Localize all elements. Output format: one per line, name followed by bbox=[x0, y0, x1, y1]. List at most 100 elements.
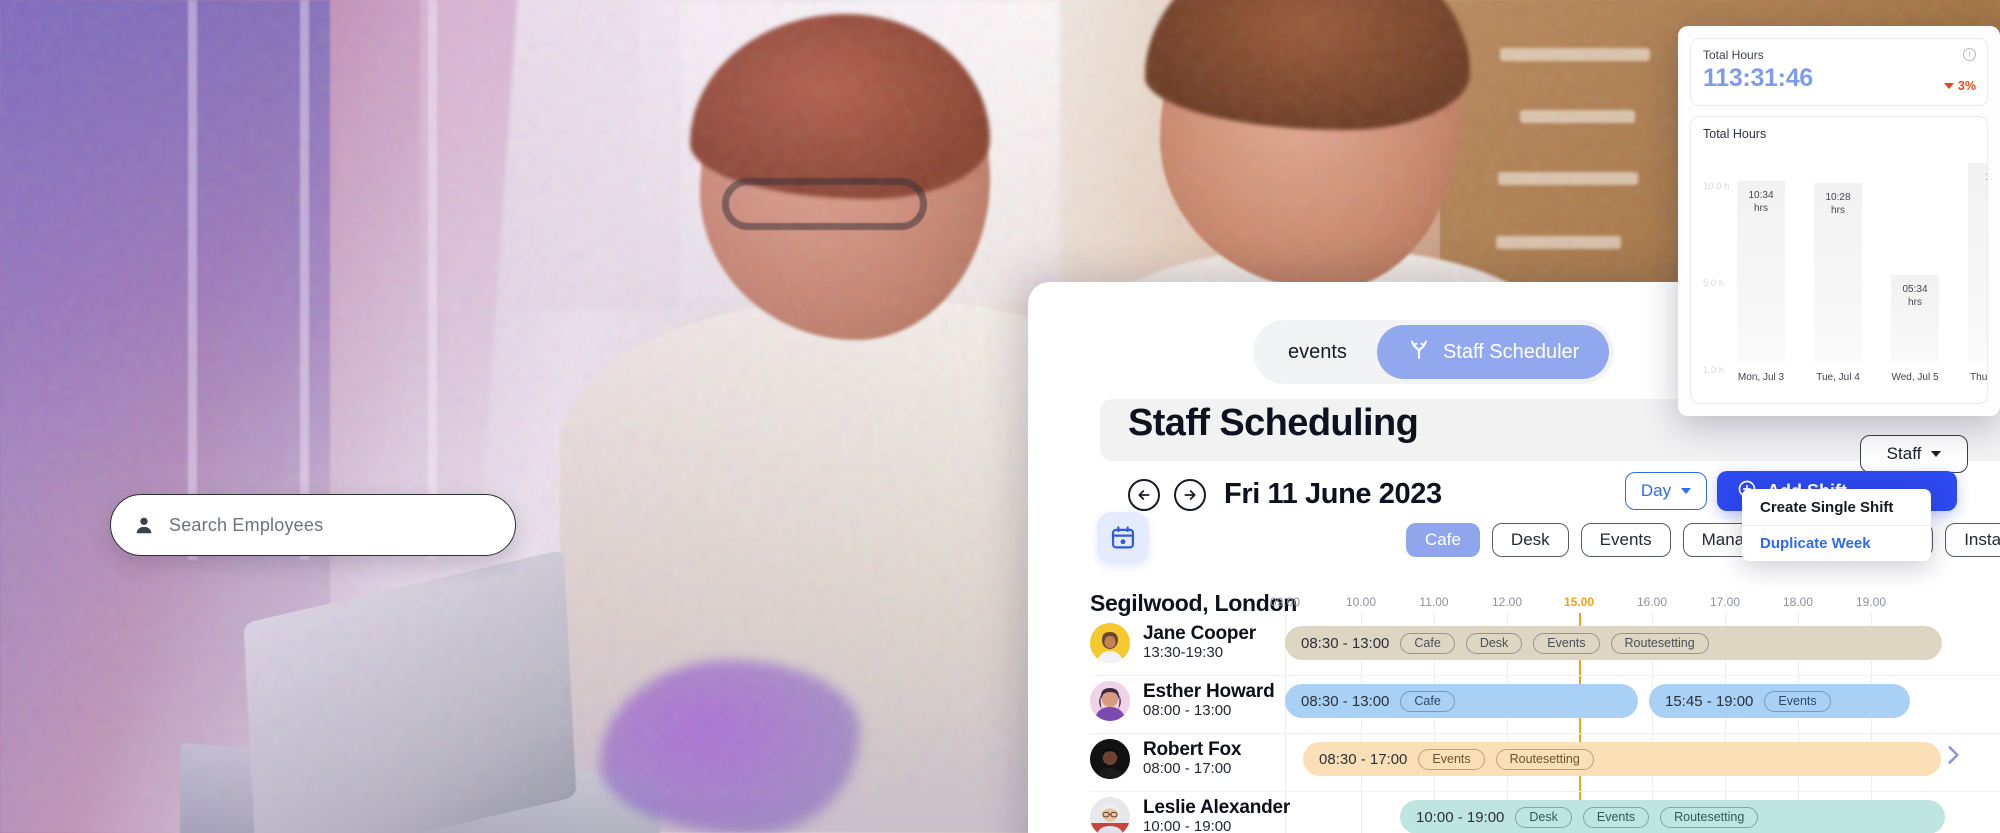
menu-item-label: Duplicate Week bbox=[1760, 535, 1871, 552]
bar-value-label: 10:34 hrs bbox=[1748, 190, 1774, 214]
tab-events[interactable]: events bbox=[1258, 325, 1377, 379]
employee-info[interactable]: Robert Fox 08:00 - 17:00 bbox=[1090, 739, 1241, 779]
chevron-down-icon bbox=[1931, 451, 1942, 457]
calendar-icon[interactable] bbox=[1097, 512, 1149, 564]
date-navigation: Fri 11 June 2023 bbox=[1128, 478, 1442, 511]
shift-time: 08:30 - 17:00 bbox=[1319, 750, 1408, 768]
shift-block[interactable]: 08:30 - 13:00 Cafe Desk Events Routesett… bbox=[1285, 626, 1942, 660]
screen-root: Search Employees events Staff Scheduler … bbox=[0, 0, 2000, 833]
time-label: 12.00 bbox=[1491, 595, 1523, 609]
shift-tag: Events bbox=[1764, 690, 1831, 712]
arrow-left-circle-icon[interactable] bbox=[1128, 478, 1160, 511]
shift-block[interactable]: 15:45 - 19:00 Events bbox=[1649, 684, 1910, 718]
employee-name: Leslie Alexander bbox=[1143, 796, 1291, 818]
employee-name: Robert Fox bbox=[1143, 738, 1242, 760]
shift-block[interactable]: 10:00 - 19:00 Desk Events Routesetting bbox=[1400, 800, 1945, 833]
filter-pill-label: Install bbox=[1964, 530, 2000, 549]
employee-info[interactable]: Jane Cooper 13:30-19:30 bbox=[1090, 623, 1256, 663]
x-axis-tick: Thu, Jul 6 bbox=[1970, 372, 1988, 383]
chart-title: Total Hours bbox=[1703, 127, 1767, 141]
chevron-right-icon[interactable] bbox=[1940, 740, 1966, 775]
tab-staff-scheduler-label: Staff Scheduler bbox=[1442, 340, 1580, 363]
kpi-value: 113:31:46 bbox=[1703, 64, 1813, 92]
avatar bbox=[1090, 797, 1130, 833]
shift-tag: Events bbox=[1533, 632, 1600, 654]
kpi-delta: 3% bbox=[1943, 79, 1976, 93]
tab-events-label: events bbox=[1288, 340, 1347, 363]
shift-time: 10:00 - 19:00 bbox=[1416, 808, 1505, 826]
shift-tag: Routesetting bbox=[1660, 806, 1759, 828]
menu-item-create-single-shift[interactable]: Create Single Shift bbox=[1742, 489, 1931, 525]
time-label: 09.00 bbox=[1269, 595, 1301, 609]
triangle-down-icon bbox=[1943, 83, 1954, 89]
kpi-delta-value: 3% bbox=[1957, 79, 1976, 93]
table-row[interactable]: Leslie Alexander 10:00 - 19:00 10:00 - 1… bbox=[1090, 792, 2000, 833]
shift-tag: Desk bbox=[1465, 632, 1523, 654]
bar[interactable]: 11:h bbox=[1968, 163, 1987, 363]
time-label: 17.00 bbox=[1709, 595, 1741, 609]
time-label: 18.00 bbox=[1782, 595, 1814, 609]
menu-item-duplicate-week[interactable]: Duplicate Week bbox=[1742, 525, 1931, 561]
shift-block[interactable]: 08:30 - 13:00 Cafe bbox=[1285, 684, 1638, 718]
chart-plot-area: 10.0 h 5.0 h 1.0 h 10:34 hrs 10:28 hrs 05:… bbox=[1691, 151, 1987, 403]
employee-hours: 08:00 - 17:00 bbox=[1143, 760, 1232, 778]
filter-pill-events[interactable]: Events bbox=[1580, 523, 1671, 557]
shift-tag: Routesetting bbox=[1610, 632, 1709, 654]
bar[interactable]: 10:34 hrs bbox=[1737, 181, 1785, 363]
info-icon[interactable]: i bbox=[1963, 48, 1976, 61]
section-tabs: events Staff Scheduler bbox=[1253, 320, 1615, 384]
view-select[interactable]: Day bbox=[1625, 472, 1707, 510]
view-select-value: Day bbox=[1640, 481, 1672, 500]
time-label: 10.00 bbox=[1345, 595, 1377, 609]
shift-tag: Routesetting bbox=[1495, 748, 1594, 770]
table-row[interactable]: Esther Howard 08:00 - 13:00 08:30 - 13:0… bbox=[1090, 676, 2000, 734]
shift-time: 08:30 - 13:00 bbox=[1301, 634, 1390, 652]
bar[interactable]: 10:28 hrs bbox=[1814, 183, 1862, 363]
shift-time: 15:45 - 19:00 bbox=[1665, 692, 1754, 710]
employee-hours: 08:00 - 13:00 bbox=[1143, 702, 1232, 720]
table-row[interactable]: Robert Fox 08:00 - 17:00 08:30 - 17:00 E… bbox=[1090, 734, 2000, 792]
employee-info[interactable]: Esther Howard 08:00 - 13:00 bbox=[1090, 681, 1275, 721]
arrow-right-circle-icon[interactable] bbox=[1174, 478, 1206, 511]
location-name: Segilwood, London bbox=[1090, 590, 1297, 616]
time-label-current: 15.00 bbox=[1563, 595, 1595, 609]
shift-tag: Cafe bbox=[1400, 690, 1455, 712]
staff-select-value: Staff bbox=[1886, 444, 1922, 463]
bar[interactable]: 05:34 hrs bbox=[1891, 275, 1939, 363]
shift-tag: Events bbox=[1418, 748, 1485, 770]
employee-hours: 13:30-19:30 bbox=[1143, 644, 1224, 662]
avatar bbox=[1090, 681, 1130, 721]
tab-staff-scheduler[interactable]: Staff Scheduler bbox=[1376, 325, 1610, 379]
avatar bbox=[1090, 739, 1130, 779]
shift-block[interactable]: 08:30 - 17:00 Events Routesetting bbox=[1303, 742, 1941, 776]
kpi-label: Total Hours bbox=[1703, 48, 1764, 62]
filter-pill-cafe[interactable]: Cafe bbox=[1406, 523, 1480, 557]
employee-info[interactable]: Leslie Alexander 10:00 - 19:00 bbox=[1090, 797, 1290, 833]
filter-pill-label: Events bbox=[1599, 530, 1652, 549]
current-date: Fri 11 June 2023 bbox=[1224, 478, 1442, 510]
total-hours-kpi-card: Total Hours i 113:31:46 3% bbox=[1690, 38, 1988, 106]
filter-pill-install[interactable]: Install bbox=[1945, 523, 2000, 557]
table-row[interactable]: Jane Cooper 13:30-19:30 08:30 - 13:00 Ca… bbox=[1090, 618, 2000, 676]
time-label: 16.00 bbox=[1636, 595, 1668, 609]
bar-value-label: 10:28 hrs bbox=[1825, 192, 1851, 216]
shift-tag: Cafe bbox=[1400, 632, 1455, 654]
time-label: 19.00 bbox=[1855, 595, 1887, 609]
filter-pill-label: Desk bbox=[1510, 530, 1550, 549]
bar-value-label: 05:34 hrs bbox=[1902, 284, 1928, 308]
y-axis-tick: 1.0 h bbox=[1703, 365, 1725, 376]
time-label: 11.00 bbox=[1419, 595, 1449, 609]
employee-name: Esther Howard bbox=[1143, 680, 1275, 702]
staff-select[interactable]: Staff bbox=[1860, 435, 1968, 473]
employee-hours: 10:00 - 19:00 bbox=[1143, 818, 1232, 833]
shift-tag: Desk bbox=[1515, 806, 1572, 828]
x-axis-tick: Tue, Jul 4 bbox=[1816, 372, 1860, 383]
search-employees-input[interactable]: Search Employees bbox=[110, 494, 516, 556]
bar-value-label: 11:h bbox=[1985, 172, 1987, 197]
filter-pill-desk[interactable]: Desk bbox=[1491, 523, 1569, 557]
menu-item-label: Create Single Shift bbox=[1760, 498, 1894, 516]
branch-arrows-icon bbox=[1407, 337, 1431, 367]
employee-name: Jane Cooper bbox=[1143, 622, 1256, 644]
person-icon bbox=[133, 514, 155, 536]
add-shift-dropdown-menu: Create Single Shift Duplicate Week bbox=[1742, 489, 1931, 561]
